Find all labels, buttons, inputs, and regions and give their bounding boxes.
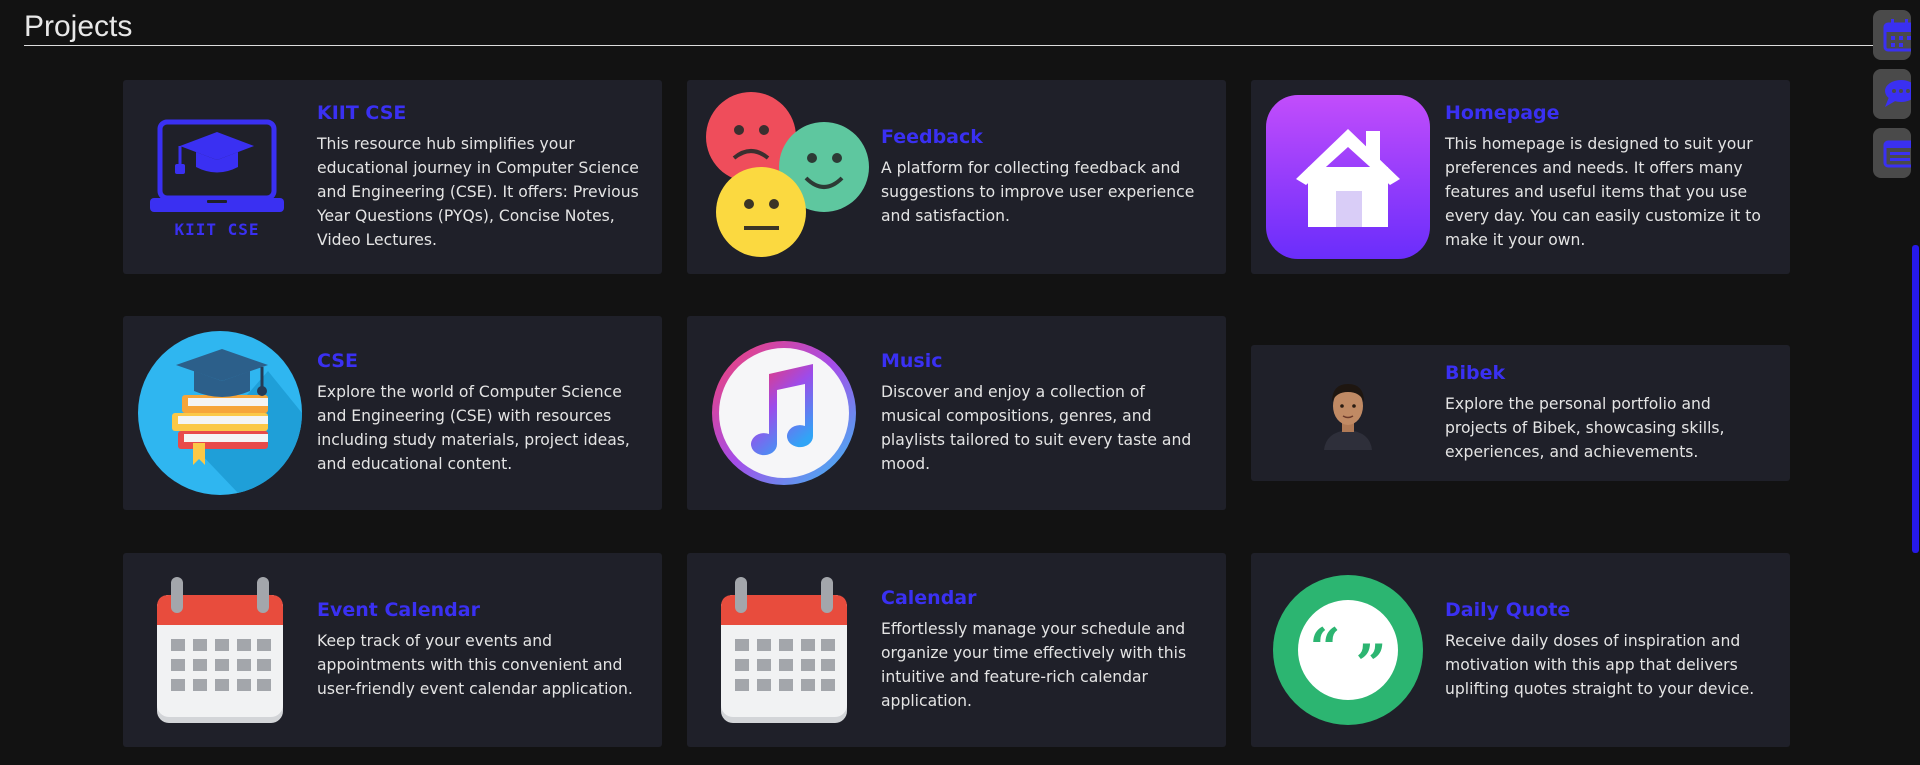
svg-text:“: “	[1309, 616, 1340, 680]
laptop-graduation-cap-icon: KIIT CSE	[123, 80, 317, 274]
quote-marks-icon: “ ”	[1251, 553, 1445, 747]
project-description: Keep track of your events and appointmen…	[317, 632, 633, 698]
scrollbar-thumb[interactable]	[1912, 245, 1919, 553]
music-note-icon	[687, 316, 881, 510]
project-title[interactable]: Bibek	[1445, 362, 1772, 384]
calendar-shortcut-button[interactable]	[1873, 10, 1911, 60]
chat-shortcut-icon	[1885, 80, 1911, 107]
project-title[interactable]: Homepage	[1445, 102, 1772, 124]
project-title[interactable]: Music	[881, 350, 1208, 372]
project-description: A platform for collecting feedback and s…	[881, 159, 1195, 225]
project-card-homepage[interactable]: Homepage This homepage is designed to su…	[1251, 80, 1790, 274]
project-description: Explore the personal portfolio and proje…	[1445, 395, 1725, 461]
project-title[interactable]: Feedback	[881, 126, 1208, 148]
project-description: Effortlessly manage your schedule and or…	[881, 620, 1187, 710]
newspaper-shortcut-button[interactable]	[1873, 128, 1911, 178]
project-card-cse[interactable]: CSE Explore the world of Computer Scienc…	[123, 316, 662, 510]
project-card-calendar[interactable]: Calendar Effortlessly manage your schedu…	[687, 553, 1226, 747]
house-icon	[1251, 80, 1445, 274]
project-card-daily-quote[interactable]: “ ” Daily Quote Receive daily doses of i…	[1251, 553, 1790, 747]
project-title[interactable]: Daily Quote	[1445, 599, 1772, 621]
calendar-icon	[123, 553, 317, 747]
project-description: This homepage is designed to suit your p…	[1445, 135, 1761, 249]
project-description: This resource hub simplifies your educat…	[317, 135, 639, 249]
title-divider	[24, 45, 1879, 46]
profile-photo-avatar	[1251, 345, 1445, 481]
project-card-kiit-cse[interactable]: KIIT CSE KIIT CSE This resource hub simp…	[123, 80, 662, 274]
project-description: Discover and enjoy a collection of music…	[881, 383, 1192, 473]
project-description: Explore the world of Computer Science an…	[317, 383, 630, 473]
svg-text:KIIT CSE: KIIT CSE	[174, 220, 259, 239]
page-title: Projects	[24, 10, 133, 43]
project-description: Receive daily doses of inspiration and m…	[1445, 632, 1755, 698]
project-card-bibek[interactable]: Bibek Explore the personal portfolio and…	[1251, 345, 1790, 481]
project-title[interactable]: CSE	[317, 350, 644, 372]
calendar-icon	[687, 553, 881, 747]
project-card-music[interactable]: Music Discover and enjoy a collection of…	[687, 316, 1226, 510]
svg-text:”: ”	[1355, 632, 1386, 696]
newspaper-shortcut-icon	[1883, 140, 1911, 168]
chat-shortcut-button[interactable]	[1873, 69, 1911, 119]
feedback-emoji-faces-icon	[687, 80, 881, 274]
project-card-feedback[interactable]: Feedback A platform for collecting feedb…	[687, 80, 1226, 274]
project-title[interactable]: Event Calendar	[317, 599, 644, 621]
project-card-event-calendar[interactable]: Event Calendar Keep track of your events…	[123, 553, 662, 747]
calendar-shortcut-icon	[1883, 19, 1911, 52]
project-title[interactable]: Calendar	[881, 587, 1208, 609]
project-title[interactable]: KIIT CSE	[317, 102, 644, 124]
books-graduation-cap-icon	[123, 316, 317, 510]
